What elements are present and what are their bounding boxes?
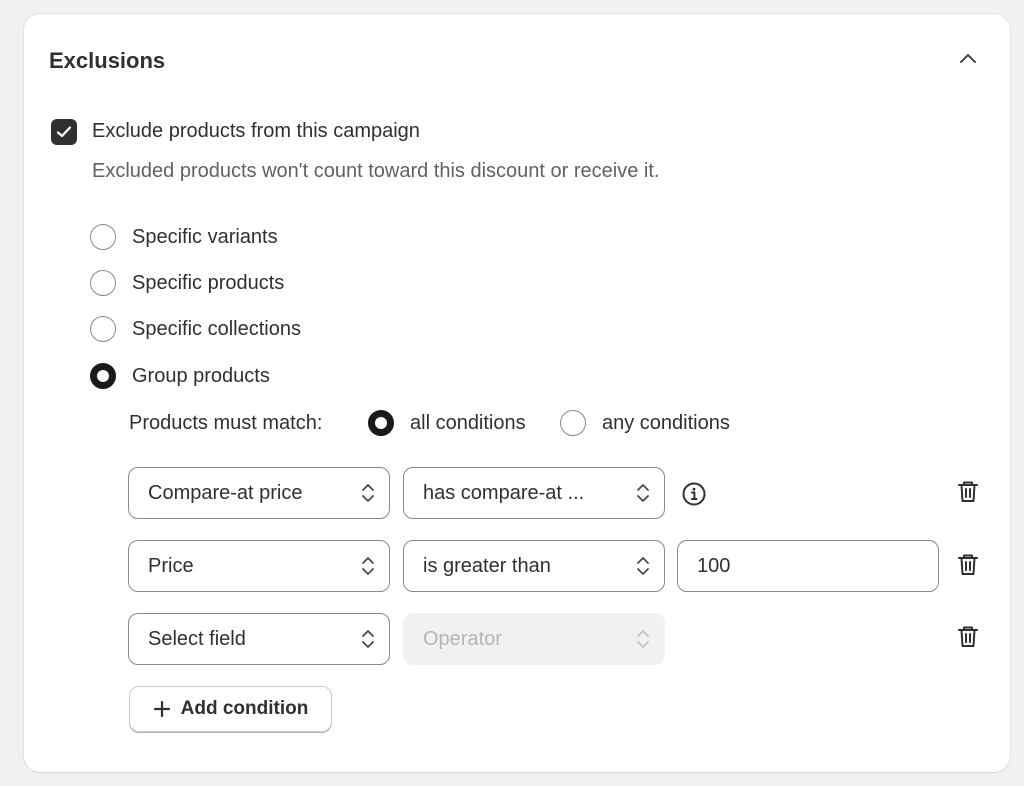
- exclude-products-checkbox[interactable]: [51, 119, 77, 145]
- select-chevrons-icon: [637, 484, 649, 502]
- select-chevrons-icon: [362, 630, 374, 648]
- select-value: Price: [148, 554, 194, 577]
- select-chevrons-icon: [637, 557, 649, 575]
- exclude-products-label[interactable]: Exclude products from this campaign: [92, 120, 420, 143]
- radio-label: Group products: [132, 364, 270, 387]
- radio-label: all conditions: [410, 411, 526, 434]
- radio-button[interactable]: [90, 270, 116, 296]
- exclude-help-text: Excluded products won't count toward thi…: [92, 160, 660, 182]
- chevron-up-icon: [960, 54, 976, 63]
- select-value: Select field: [148, 627, 246, 650]
- radio-label: Specific variants: [132, 225, 278, 248]
- select-value: Compare-at price: [148, 481, 303, 504]
- select-placeholder: Operator: [423, 627, 502, 650]
- trash-icon: [958, 481, 978, 502]
- condition-field-select[interactable]: Compare-at price: [128, 467, 390, 519]
- radio-label: Specific products: [132, 271, 285, 294]
- radio-button[interactable]: [90, 224, 116, 250]
- delete-condition-button[interactable]: [953, 477, 983, 507]
- radio-label: any conditions: [602, 411, 730, 434]
- checkmark-icon: [56, 126, 72, 138]
- plus-icon: [153, 700, 171, 718]
- input-value: 100: [697, 554, 731, 577]
- condition-value-input[interactable]: 100: [677, 540, 939, 592]
- info-icon: [682, 482, 706, 506]
- select-value: has compare-at ...: [423, 481, 585, 504]
- delete-condition-button[interactable]: [953, 550, 983, 580]
- select-chevrons-icon: [362, 557, 374, 575]
- info-button[interactable]: [679, 479, 709, 509]
- collapse-button[interactable]: [954, 44, 982, 72]
- condition-field-select[interactable]: Select field: [128, 613, 390, 665]
- trash-icon: [958, 626, 978, 647]
- add-condition-button[interactable]: Add condition: [129, 686, 332, 732]
- match-all-conditions[interactable]: all conditions: [368, 410, 526, 436]
- exclusions-card: Exclusions Exclude products from this ca…: [24, 14, 1010, 772]
- condition-operator-select[interactable]: has compare-at ...: [403, 467, 665, 519]
- match-any-conditions[interactable]: any conditions: [560, 410, 730, 436]
- select-value: is greater than: [423, 554, 551, 577]
- card-title: Exclusions: [49, 48, 166, 73]
- select-chevrons-icon: [362, 484, 374, 502]
- trash-icon: [958, 554, 978, 575]
- select-chevrons-icon: [637, 630, 649, 648]
- radio-button[interactable]: [560, 410, 586, 436]
- radio-specific-collections[interactable]: Specific collections: [90, 316, 301, 342]
- radio-button-selected[interactable]: [368, 410, 394, 436]
- condition-operator-select[interactable]: is greater than: [403, 540, 665, 592]
- radio-button-selected[interactable]: [90, 363, 116, 389]
- add-condition-label: Add condition: [180, 698, 309, 719]
- radio-label: Specific collections: [132, 317, 301, 340]
- condition-operator-select-disabled: Operator: [403, 613, 665, 665]
- delete-condition-button[interactable]: [953, 622, 983, 652]
- radio-specific-products[interactable]: Specific products: [90, 270, 284, 296]
- radio-specific-variants[interactable]: Specific variants: [90, 224, 278, 250]
- match-label: Products must match:: [129, 412, 323, 434]
- radio-button[interactable]: [90, 316, 116, 342]
- condition-field-select[interactable]: Price: [128, 540, 390, 592]
- radio-group-products[interactable]: Group products: [90, 363, 270, 389]
